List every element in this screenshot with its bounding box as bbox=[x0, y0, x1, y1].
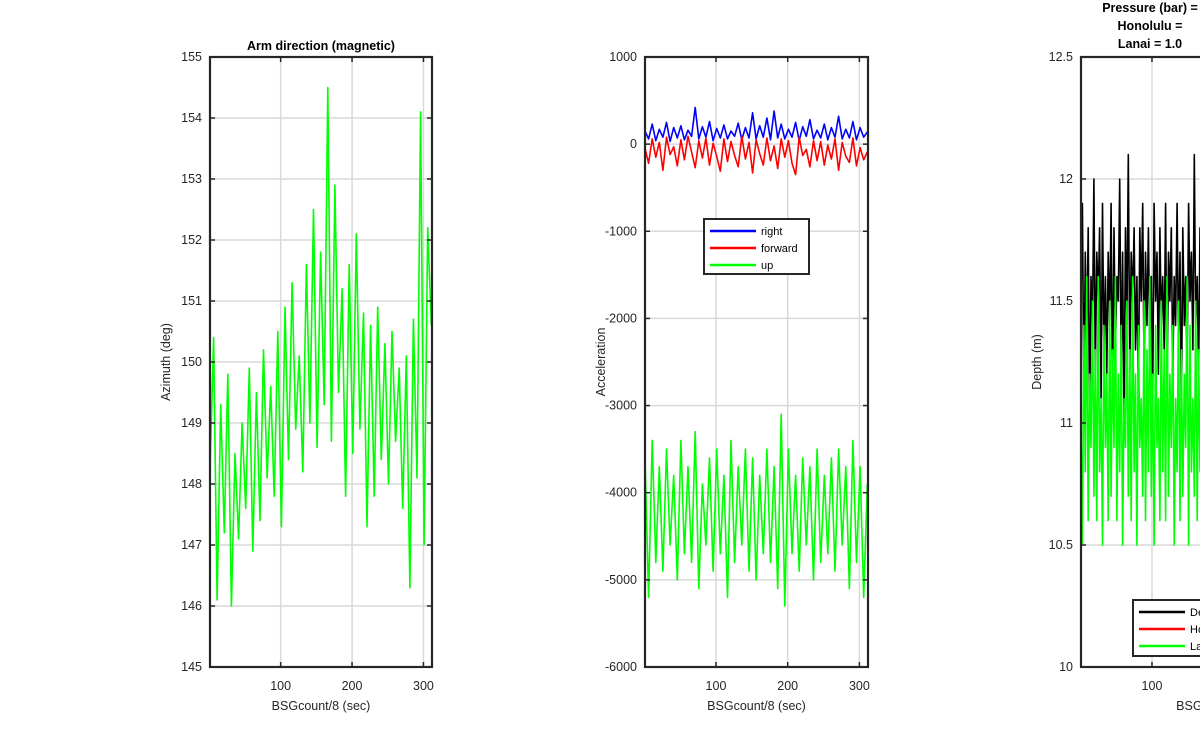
x-tick-label: 300 bbox=[413, 679, 434, 693]
chart-panel-3: 100 10 10.5 11 11.5 12 12.5 BSGc Depth (m) Pressu… bbox=[1030, 1, 1200, 713]
x-tick-label: 200 bbox=[777, 679, 798, 693]
y-tick-label: 154 bbox=[181, 111, 202, 125]
y-tick-label: -3000 bbox=[605, 399, 637, 413]
x-tick-label: 200 bbox=[342, 679, 363, 693]
y-tick-label: -4000 bbox=[605, 486, 637, 500]
y-tick-label: 148 bbox=[181, 477, 202, 491]
y-tick-label: 11 bbox=[1060, 416, 1073, 430]
x-axis-label: BSGcount/8 (sec) bbox=[272, 699, 371, 713]
y-tick-label: 146 bbox=[181, 599, 202, 613]
chart-panel-2: 100 200 300 -6000 -5000 -4000 -3000 -2000 -1000 0… bbox=[594, 50, 870, 713]
y-tick-label: 11.5 bbox=[1050, 294, 1073, 308]
chart-title-line: Lanai = 1.0 bbox=[1118, 37, 1182, 51]
x-tick-label: 100 bbox=[1142, 679, 1163, 693]
x-axis-label: BSGcount/8 (sec) bbox=[707, 699, 806, 713]
x-tick-label: 100 bbox=[706, 679, 727, 693]
x-axis-label: BSGc bbox=[1176, 699, 1200, 713]
y-tick-label: 12.5 bbox=[1049, 50, 1073, 64]
x-tick-label: 300 bbox=[849, 679, 870, 693]
y-tick-label: 12 bbox=[1059, 172, 1073, 186]
legend-label-forward: forward bbox=[761, 243, 798, 255]
y-tick-label: 10.5 bbox=[1049, 538, 1073, 552]
legend: De Ho La bbox=[1132, 599, 1200, 657]
y-tick-label: 155 bbox=[181, 50, 202, 64]
y-tick-label: 0 bbox=[630, 137, 637, 151]
y-tick-label: 147 bbox=[181, 538, 202, 552]
y-tick-label: 152 bbox=[181, 233, 202, 247]
chart-title: Arm direction (magnetic) bbox=[247, 39, 395, 53]
legend-label-la: La bbox=[1190, 641, 1200, 653]
y-tick-label: -1000 bbox=[605, 224, 637, 238]
y-tick-label: 150 bbox=[181, 355, 202, 369]
y-tick-label: -5000 bbox=[605, 573, 637, 587]
y-tick-label: 149 bbox=[181, 416, 202, 430]
legend-label-de: De bbox=[1190, 607, 1200, 619]
y-axis-label: Acceleration bbox=[594, 328, 608, 397]
y-axis-label: Azimuth (deg) bbox=[159, 323, 173, 401]
x-tick-label: 100 bbox=[270, 679, 291, 693]
y-tick-label: 10 bbox=[1059, 660, 1073, 674]
chart-title-line: Honolulu = bbox=[1118, 19, 1183, 33]
y-tick-label: 145 bbox=[181, 660, 202, 674]
y-tick-label: 151 bbox=[181, 294, 202, 308]
y-tick-label: 1000 bbox=[609, 50, 637, 64]
y-tick-label: -2000 bbox=[605, 311, 637, 325]
y-tick-label: -6000 bbox=[605, 660, 637, 674]
legend: right forward up bbox=[703, 218, 810, 275]
chart-panel-1: 100 200 300 145 146 147 148 149 150 151 152 153 154 1… bbox=[159, 39, 434, 713]
chart-title-line: Pressure (bar) = bbox=[1102, 1, 1198, 15]
y-axis-label: Depth (m) bbox=[1030, 334, 1044, 390]
y-tick-label: 153 bbox=[181, 172, 202, 186]
legend-label-right: right bbox=[761, 226, 782, 238]
legend-label-ho: Ho bbox=[1190, 624, 1200, 636]
figure: 100 200 3001451461471481491501511521531541… bbox=[159, 1, 1200, 713]
legend-label-up: up bbox=[761, 260, 773, 272]
